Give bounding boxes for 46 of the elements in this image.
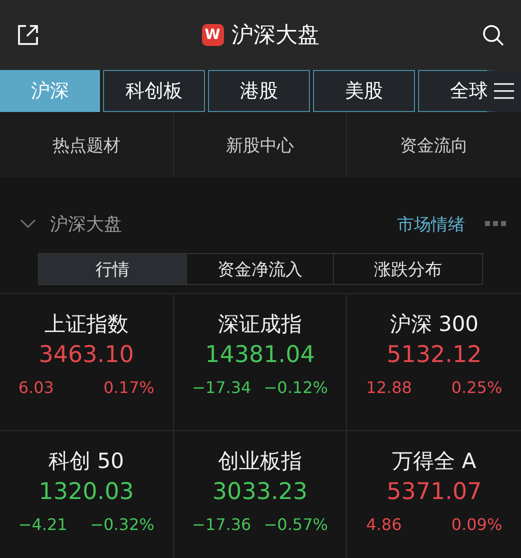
market-tab[interactable]: 科创板	[103, 70, 205, 112]
index-value: 5371.07	[386, 479, 482, 505]
search-icon[interactable]	[481, 23, 505, 47]
market-sentiment-link[interactable]: 市场情绪	[397, 212, 465, 236]
index-card[interactable]: 创业板指 3033.23 −17.36 −0.57%	[174, 431, 348, 558]
quick-link[interactable]: 新股中心	[174, 112, 348, 178]
index-name: 创业板指	[218, 448, 302, 475]
menu-icon[interactable]	[494, 83, 514, 99]
market-tab[interactable]: 美股	[313, 70, 415, 112]
index-name: 科创 50	[48, 448, 124, 475]
section-title: 沪深大盘	[50, 213, 122, 236]
index-percent: 0.09%	[451, 515, 502, 534]
index-change: 12.88	[366, 378, 412, 397]
more-icon[interactable]	[485, 221, 507, 227]
index-name: 沪深 300	[390, 311, 479, 338]
index-name: 深证成指	[218, 311, 302, 338]
quick-link[interactable]: 热点题材	[0, 112, 174, 178]
index-value: 1320.03	[38, 479, 134, 505]
index-card[interactable]: 上证指数 3463.10 6.03 0.17%	[0, 294, 174, 431]
index-change: 4.86	[366, 515, 402, 534]
index-value: 14381.04	[205, 342, 315, 368]
index-change: −17.36	[192, 515, 252, 534]
index-value: 3033.23	[212, 479, 308, 505]
index-card[interactable]: 沪深 300 5132.12 12.88 0.25%	[347, 294, 521, 431]
index-card[interactable]: 万得全 A 5371.07 4.86 0.09%	[347, 431, 521, 558]
chevron-icon[interactable]	[20, 219, 36, 229]
index-change: −17.34	[192, 378, 252, 397]
share-icon[interactable]	[16, 23, 40, 47]
index-value: 5132.12	[386, 342, 482, 368]
index-percent: 0.25%	[451, 378, 502, 397]
market-tab[interactable]: 港股	[208, 70, 310, 112]
index-percent: −0.57%	[264, 515, 328, 534]
index-change: −4.21	[18, 515, 68, 534]
index-name: 万得全 A	[392, 448, 476, 475]
index-card[interactable]: 深证成指 14381.04 −17.34 −0.12%	[174, 294, 348, 431]
index-change: 6.03	[18, 378, 54, 397]
segment-tab[interactable]: 行情	[39, 254, 187, 284]
index-card[interactable]: 科创 50 1320.03 −4.21 −0.32%	[0, 431, 174, 558]
index-value: 3463.10	[38, 342, 134, 368]
quick-link[interactable]: 资金流向	[347, 112, 521, 178]
index-percent: −0.12%	[264, 378, 328, 397]
app-logo: W	[202, 24, 224, 46]
index-percent: 0.17%	[104, 378, 154, 397]
page-title: 沪深大盘	[232, 22, 320, 50]
index-name: 上证指数	[44, 311, 128, 338]
index-percent: −0.32%	[90, 515, 154, 534]
